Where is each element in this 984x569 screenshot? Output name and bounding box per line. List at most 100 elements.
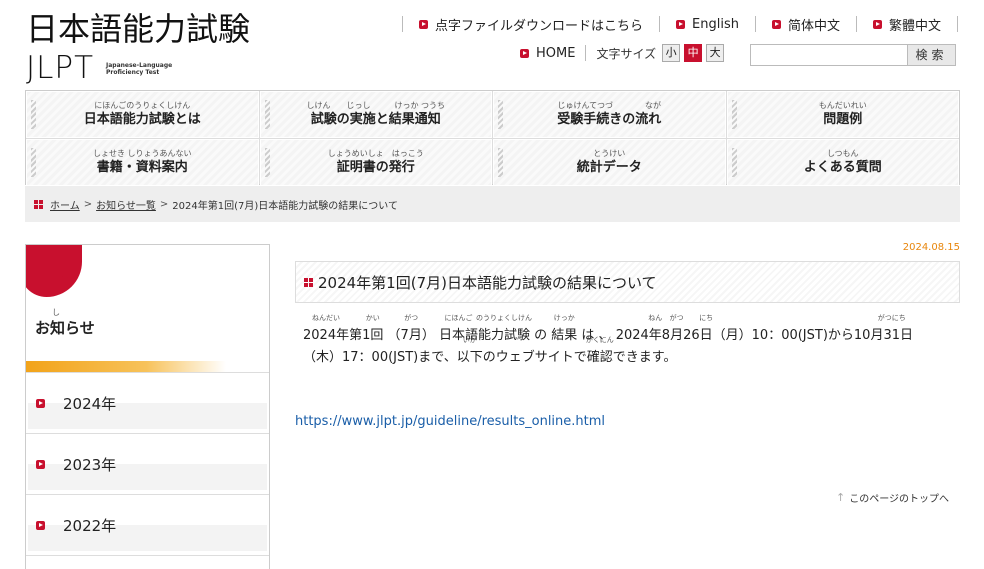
menu-ruby: しつもん <box>826 148 859 158</box>
page-top-link[interactable]: ↑ このページのトップへ <box>836 490 949 505</box>
arrow-icon <box>771 19 781 29</box>
font-size-medium-button[interactable]: 中 <box>684 44 703 62</box>
topnav-traditional-chinese[interactable]: 繁體中文 <box>855 16 958 34</box>
arrow-icon <box>872 19 882 29</box>
ruby-word: 日にち <box>699 314 714 343</box>
menu-label: 日本語能力試験とは <box>83 111 201 127</box>
menu-application-flow[interactable]: じゅけんてつづ なが 受験手続きの流れ <box>493 91 726 138</box>
text: できます。 <box>612 350 677 365</box>
top-navigation: 点字ファイルダウンロードはこちら English 简体中文 繁體中文 <box>402 16 958 34</box>
topnav-label: English <box>692 16 739 32</box>
menu-label: 証明書の発行 <box>336 159 415 175</box>
menu-sample-questions[interactable]: もんだいれい 問題例 <box>726 91 959 138</box>
sidebar: し お知らせ 2024年 2023年 2022年 <box>25 244 270 569</box>
text: （木）17：00(JST)まで、 <box>303 350 457 365</box>
text: ） <box>421 328 435 343</box>
article-body: 2024年 ねんだい 第1回 かい （7月 がつ） 日本語 にほんご 能力試験 のうりょくしけ… <box>303 314 963 369</box>
menu-ruby: しけん じっし けっか つうち <box>306 100 446 110</box>
sidebar-item-2023[interactable]: 2023年 <box>26 434 269 495</box>
menu-certificates[interactable]: しょうめいしょ はっこう 証明書の発行 <box>259 139 492 186</box>
search-button[interactable]: 検索 <box>908 44 956 66</box>
font-size-large-button[interactable]: 大 <box>706 44 725 62</box>
ruby-word: 確認 かくにん <box>585 336 614 365</box>
font-size-label: 文字サイズ <box>596 46 657 61</box>
sidebar-item-2022[interactable]: 2022年 <box>26 495 269 556</box>
menu-ruby: とうけい <box>593 148 626 158</box>
breadcrumb: ホーム > お知らせ一覧 > 2024年第1回(7月)日本語能力試験の結果につい… <box>25 186 960 222</box>
ruby-word: 2024年 ねんだい <box>303 314 350 343</box>
arrow-icon <box>36 520 45 530</box>
text: （月）10：00(JST)から10 <box>712 328 871 343</box>
logo-subtitle: Japanese-Language Proficiency Test <box>106 62 173 76</box>
menu-label: 受験手続きの流れ <box>557 111 662 127</box>
ruby-word: 年ねん <box>648 314 663 343</box>
sidebar-item-2024[interactable]: 2024年 <box>26 373 269 434</box>
topnav-simplified-chinese[interactable]: 简体中文 <box>754 16 856 34</box>
grid-icon <box>304 277 313 287</box>
breadcrumb-current: 2024年第1回(7月)日本語能力試験の結果について <box>172 200 398 212</box>
arrow-icon <box>676 19 686 29</box>
text: 26 <box>683 328 700 343</box>
search-input[interactable] <box>750 44 908 66</box>
text: のウェブサイトで <box>482 350 587 365</box>
speech-bubble-icon <box>26 245 82 297</box>
grid-icon <box>34 199 43 209</box>
arrow-up-icon: ↑ <box>836 491 846 504</box>
menu-label: よくある質問 <box>803 159 882 175</box>
sidebar-title: お知らせ <box>35 319 95 337</box>
article-title-box: 2024年第1回(7月)日本語能力試験の結果について <box>295 261 960 303</box>
menu-books-materials[interactable]: しょせき しりょうあんない 書籍・資料案内 <box>26 139 259 186</box>
home-label: HOME <box>536 45 576 61</box>
menu-about-jlpt[interactable]: にほんごのうりょくしけん 日本語能力試験とは <box>26 91 259 138</box>
text: 8 <box>661 328 671 343</box>
site-logo[interactable]: 日本語能力試験 JLPT Japanese-Language Proficien… <box>26 10 251 85</box>
arrow-icon <box>36 398 45 408</box>
topnav-label: 简体中文 <box>787 18 840 34</box>
menu-label: 試験の実施と結果通知 <box>310 111 441 127</box>
arrow-icon <box>520 48 529 58</box>
article-title: 2024年第1回(7月)日本語能力試験の結果について <box>318 273 657 292</box>
font-size-small-button[interactable]: 小 <box>662 44 681 62</box>
breadcrumb-news-list[interactable]: お知らせ一覧 <box>96 197 156 212</box>
page-top-label: このページのトップへ <box>849 494 950 505</box>
menu-statistics[interactable]: とうけい 統計データ <box>493 139 726 186</box>
menu-label: 統計データ <box>576 159 642 175</box>
menu-ruby: じゅけんてつづ なが <box>557 100 661 110</box>
main-menu: にほんごのうりょくしけん 日本語能力試験とは しけん じっし けっか つうち 試… <box>25 90 960 186</box>
arrow-icon <box>419 19 428 29</box>
topnav-label: 点字ファイルダウンロードはこちら <box>435 18 644 34</box>
menu-ruby: しょうめいしょ はっこう <box>327 148 424 158</box>
menu-faq[interactable]: しつもん よくある質問 <box>726 139 959 186</box>
topnav-label: 繁體中文 <box>888 18 941 34</box>
ruby-word: 結果 けっか <box>551 314 578 343</box>
sidebar-stripe <box>26 361 226 372</box>
menu-test-and-results[interactable]: しけん じっし けっか つうち 試験の実施と結果通知 <box>259 91 492 138</box>
sub-navigation: HOME 文字サイズ 小 中 大 <box>520 44 728 62</box>
home-link[interactable]: HOME <box>520 45 587 61</box>
arrow-icon <box>36 459 45 469</box>
menu-ruby: にほんごのうりょくしけん <box>94 100 191 110</box>
sidebar-item-label: 2022年 <box>63 516 117 535</box>
text: （ <box>387 328 401 343</box>
ruby-word: 7月 がつ <box>400 314 422 343</box>
breadcrumb-separator: > <box>83 198 93 210</box>
results-online-link[interactable]: https://www.jlpt.jp/guideline/results_on… <box>295 414 605 429</box>
sidebar-item-label: 2024年 <box>63 394 117 413</box>
sidebar-header: し お知らせ <box>26 245 269 373</box>
breadcrumb-separator: > <box>159 198 169 210</box>
ruby-word: 能力試験 のうりょくしけん <box>476 314 532 343</box>
ruby-word: 以下 いか <box>456 336 483 365</box>
breadcrumb-home[interactable]: ホーム <box>50 197 80 212</box>
logo-jlpt: JLPT <box>26 50 95 86</box>
menu-ruby: もんだいれい <box>818 100 867 110</box>
menu-ruby: しょせき しりょうあんない <box>92 148 192 158</box>
article-date: 2024.08.15 <box>902 242 960 253</box>
ruby-word: 1回 かい <box>362 314 384 343</box>
logo-kanji: 日本語能力試験 <box>26 10 251 48</box>
topnav-braille-download[interactable]: 点字ファイルダウンロードはこちら <box>402 16 659 34</box>
menu-label: 問題例 <box>823 111 863 127</box>
ruby-word: 月がつ <box>669 314 684 343</box>
sidebar-item-label: 2023年 <box>63 455 117 474</box>
topnav-english[interactable]: English <box>659 16 755 32</box>
menu-label: 書籍・資料案内 <box>96 159 188 175</box>
